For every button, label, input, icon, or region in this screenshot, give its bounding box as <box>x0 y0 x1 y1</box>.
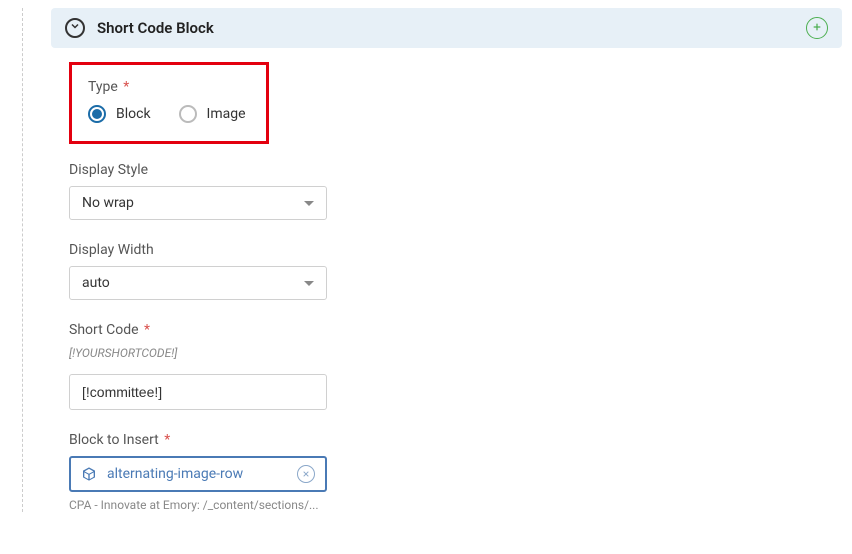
add-button[interactable] <box>806 17 828 39</box>
display-width-select[interactable]: auto <box>69 266 327 300</box>
close-icon <box>302 466 310 482</box>
caret-down-icon <box>304 281 314 286</box>
short-code-label: Short Code * <box>69 322 824 338</box>
section-title: Short Code Block <box>97 19 214 37</box>
radio-unselected-icon <box>179 105 197 123</box>
display-style-value: No wrap <box>82 195 134 211</box>
plus-icon <box>812 20 822 36</box>
type-radio-image-label: Image <box>207 106 246 122</box>
type-radio-block-label: Block <box>116 106 151 122</box>
section-header: Short Code Block <box>51 8 842 48</box>
type-radio-block[interactable]: Block <box>88 105 151 123</box>
chevron-down-icon <box>69 20 81 36</box>
short-code-help: [!YOURSHORTCODE!] <box>69 346 824 360</box>
block-to-insert-label: Block to Insert * <box>69 432 824 448</box>
block-to-insert-value: alternating-image-row <box>107 466 287 482</box>
block-chooser[interactable]: alternating-image-row <box>69 456 327 492</box>
radio-selected-icon <box>88 105 106 123</box>
display-width-label: Display Width <box>69 242 824 258</box>
type-field-highlight: Type * Block Image <box>69 62 269 144</box>
collapse-toggle[interactable] <box>65 18 85 38</box>
block-to-insert-path: CPA - Innovate at Emory: /_content/secti… <box>69 498 824 512</box>
caret-down-icon <box>304 201 314 206</box>
display-width-value: auto <box>82 275 110 291</box>
type-label: Type * <box>88 79 250 95</box>
cube-icon <box>81 466 97 482</box>
type-radio-image[interactable]: Image <box>179 105 246 123</box>
type-radio-group: Block Image <box>88 105 250 123</box>
display-style-select[interactable]: No wrap <box>69 186 327 220</box>
clear-block-button[interactable] <box>297 465 315 483</box>
display-style-label: Display Style <box>69 162 824 178</box>
short-code-input[interactable] <box>69 374 327 410</box>
